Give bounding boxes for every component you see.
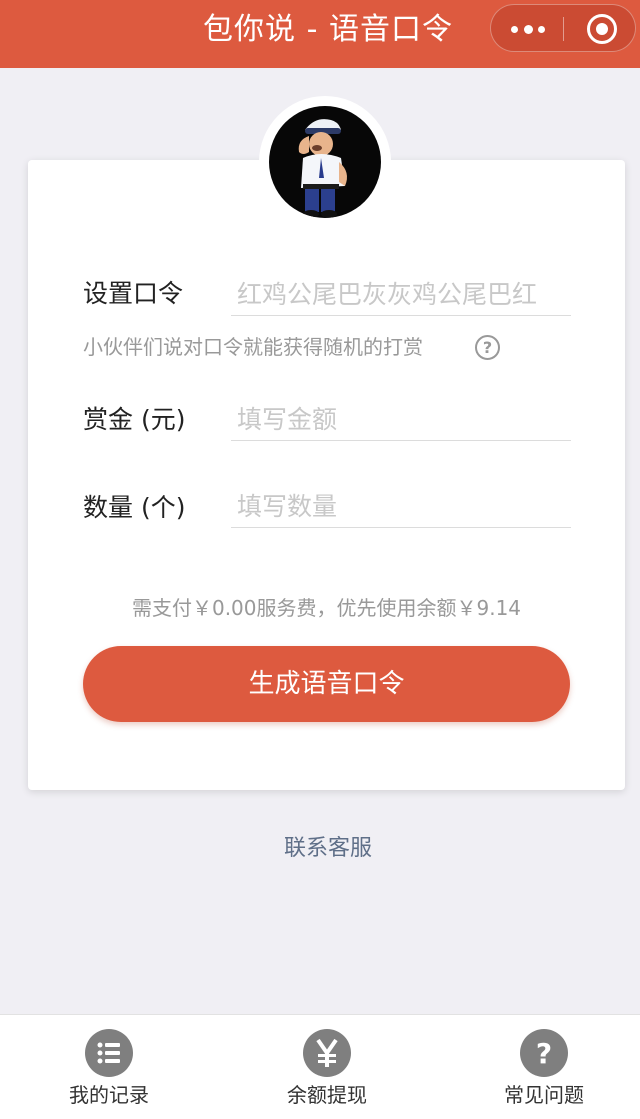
more-dots-icon[interactable] xyxy=(511,22,545,36)
question-circle-icon[interactable]: ? xyxy=(475,335,500,360)
generate-button[interactable]: 生成语音口令 xyxy=(83,646,570,722)
mascot-icon xyxy=(298,119,347,218)
contact-service-link[interactable]: 联系客服 xyxy=(0,834,640,864)
svg-text:?: ? xyxy=(536,1037,552,1070)
yen-icon xyxy=(303,1029,351,1077)
capsule-divider xyxy=(563,17,564,41)
amount-input[interactable] xyxy=(231,399,571,439)
tab-label: 常见问题 xyxy=(504,1083,584,1107)
app-header: 包你说 - 语音口令 xyxy=(0,0,640,68)
hint-text: 小伙伴们说对口令就能获得随机的打赏 xyxy=(83,335,423,359)
count-input[interactable] xyxy=(231,486,571,526)
mini-program-capsule xyxy=(490,4,636,52)
amount-label: 赏金 (元) xyxy=(83,405,186,434)
password-field-wrap xyxy=(231,274,571,316)
password-label: 设置口令 xyxy=(83,279,184,308)
tab-bar: 我的记录 余额提现 ? 常见问题 xyxy=(0,1014,640,1119)
tab-withdraw[interactable]: 余额提现 xyxy=(257,1015,397,1119)
amount-field-wrap xyxy=(231,399,571,441)
tab-label: 余额提现 xyxy=(287,1083,367,1107)
tab-label: 我的记录 xyxy=(69,1083,149,1107)
tab-my-records[interactable]: 我的记录 xyxy=(39,1015,179,1119)
tab-faq[interactable]: ? 常见问题 xyxy=(474,1015,614,1119)
question-icon: ? xyxy=(520,1029,568,1077)
count-field-wrap xyxy=(231,486,571,528)
password-input[interactable] xyxy=(231,274,571,314)
count-label: 数量 (个) xyxy=(83,493,186,522)
avatar xyxy=(269,106,381,218)
list-icon xyxy=(85,1029,133,1077)
close-icon[interactable] xyxy=(587,14,617,44)
fee-text: 需支付￥0.00服务费，优先使用余额￥9.14 xyxy=(131,596,522,620)
